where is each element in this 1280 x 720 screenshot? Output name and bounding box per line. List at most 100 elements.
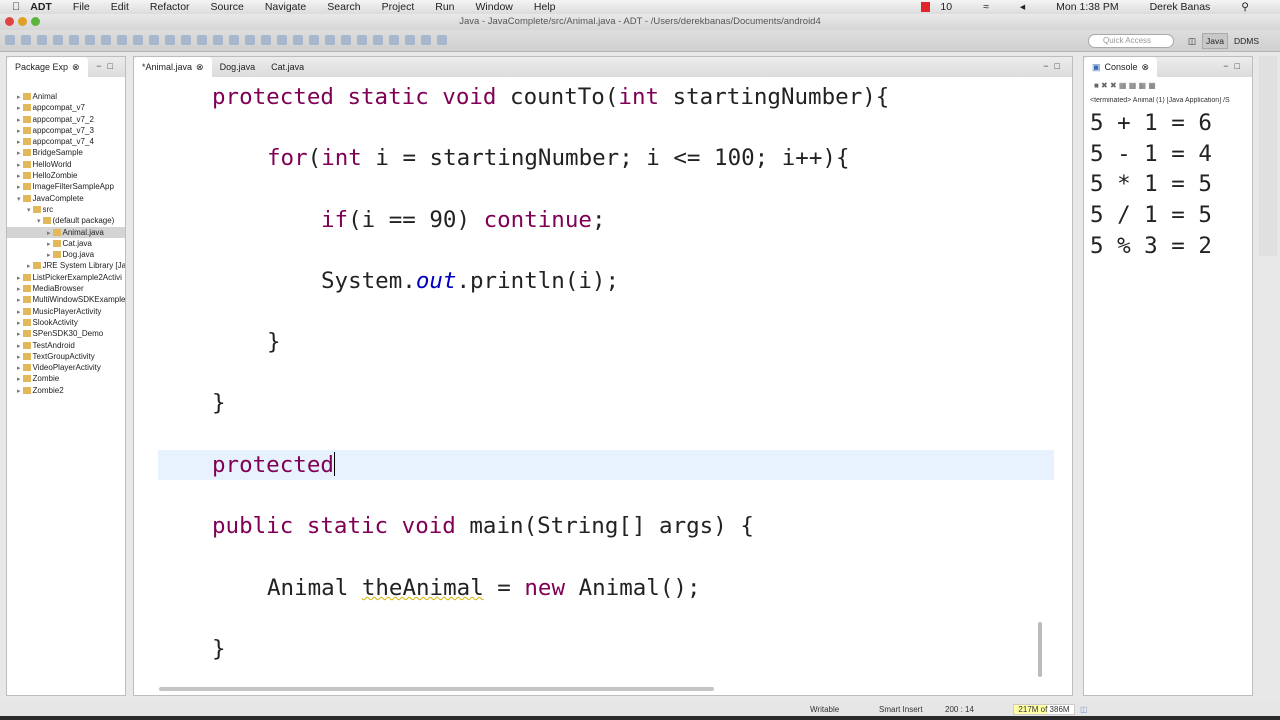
collapsed-arrow-icon[interactable]: ▸ bbox=[17, 275, 21, 282]
tree-item[interactable]: ▸ HelloZombie bbox=[7, 170, 125, 181]
tree-item[interactable]: ▸ TextGroupActivity bbox=[7, 351, 125, 362]
tree-item[interactable]: ▸ SlookActivity bbox=[7, 317, 125, 328]
toolbar-icons[interactable] bbox=[5, 35, 447, 45]
tree-item[interactable]: ▾ JavaComplete bbox=[7, 193, 125, 204]
user-name[interactable]: Derek Banas bbox=[1150, 1, 1211, 13]
console-toolbar[interactable]: ■ ✖ ✖ ▦ ▦ ▦ ▦ bbox=[1094, 81, 1242, 93]
tree-item[interactable]: ▸ ListPickerExample2Activi bbox=[7, 272, 125, 283]
trimmed-views-bar[interactable] bbox=[1259, 56, 1277, 256]
heap-status[interactable]: 217M of 386M bbox=[1013, 704, 1075, 715]
tree-item[interactable]: ▸ Animal.java bbox=[7, 226, 125, 238]
menu-window[interactable]: Window bbox=[476, 1, 513, 13]
menu-help[interactable]: Help bbox=[534, 1, 556, 13]
tree-item[interactable]: ▸ Dog.java bbox=[7, 249, 125, 260]
tree-item[interactable]: ▸ Zombie bbox=[7, 373, 125, 384]
tree-item[interactable]: ▸ MusicPlayerActivity bbox=[7, 306, 125, 317]
tab-animal-java[interactable]: *Animal.java ⊗ bbox=[134, 57, 212, 77]
tab-package-explorer[interactable]: Package Exp ⊗ bbox=[7, 57, 88, 77]
menu-project[interactable]: Project bbox=[382, 1, 415, 13]
tree-item[interactable]: ▸ VideoPlayerActivity bbox=[7, 362, 125, 373]
menu-search[interactable]: Search bbox=[327, 1, 360, 13]
spotlight-icon[interactable]: ⚲ bbox=[1241, 1, 1249, 13]
collapsed-arrow-icon[interactable]: ▸ bbox=[47, 230, 51, 237]
tree-item[interactable]: ▸ appcompat_v7 bbox=[7, 102, 125, 113]
collapsed-arrow-icon[interactable]: ▸ bbox=[17, 343, 21, 350]
quick-access-input[interactable]: Quick Access bbox=[1088, 34, 1174, 48]
menu-file[interactable]: File bbox=[73, 1, 90, 13]
menu-app[interactable]: ADT bbox=[30, 1, 52, 13]
minimize-maximize-icons[interactable]: −□ bbox=[1043, 61, 1066, 71]
minimize-maximize-icons[interactable]: −□ bbox=[1223, 61, 1246, 71]
collapsed-arrow-icon[interactable]: ▸ bbox=[17, 388, 21, 395]
menu-refactor[interactable]: Refactor bbox=[150, 1, 190, 13]
tree-item[interactable]: ▸ Animal bbox=[7, 91, 125, 102]
wifi-icon[interactable]: ≈ bbox=[983, 1, 989, 13]
close-icon[interactable]: ⊗ bbox=[1142, 57, 1150, 77]
tree-item[interactable]: ▸ BridgeSample bbox=[7, 147, 125, 158]
perspective-ddms[interactable]: DDMS bbox=[1234, 36, 1259, 46]
apple-icon[interactable]:  bbox=[12, 1, 20, 13]
horizontal-scrollbar[interactable] bbox=[159, 687, 714, 691]
tree-item[interactable]: ▸ MultiWindowSDKExample bbox=[7, 294, 125, 305]
expanded-arrow-icon[interactable]: ▾ bbox=[27, 207, 31, 214]
tree-item[interactable]: ▸ appcompat_v7_3 bbox=[7, 125, 125, 136]
garbage-collect-icon[interactable]: ◫ bbox=[1080, 705, 1088, 714]
collapsed-arrow-icon[interactable]: ▸ bbox=[17, 128, 21, 135]
console-output[interactable]: 5 + 1 = 6 5 - 1 = 4 5 * 1 = 5 5 / 1 = 5 … bbox=[1084, 108, 1252, 261]
collapsed-arrow-icon[interactable]: ▸ bbox=[17, 297, 21, 304]
zoom-window-button[interactable] bbox=[31, 17, 40, 26]
tree-item[interactable]: ▸ HelloWorld bbox=[7, 159, 125, 170]
clock[interactable]: Mon 1:38 PM bbox=[1056, 1, 1118, 13]
perspective-java[interactable]: Java bbox=[1202, 33, 1228, 49]
collapsed-arrow-icon[interactable]: ▸ bbox=[17, 173, 21, 180]
collapsed-arrow-icon[interactable]: ▸ bbox=[17, 286, 21, 293]
tab-console[interactable]: ▣ Console ⊗ bbox=[1084, 57, 1158, 77]
tree-item[interactable]: ▸ SPenSDK30_Demo bbox=[7, 328, 125, 339]
menu-navigate[interactable]: Navigate bbox=[265, 1, 306, 13]
menu-source[interactable]: Source bbox=[211, 1, 244, 13]
collapsed-arrow-icon[interactable]: ▸ bbox=[17, 94, 21, 101]
collapsed-arrow-icon[interactable]: ▸ bbox=[17, 376, 21, 383]
collapsed-arrow-icon[interactable]: ▸ bbox=[17, 105, 21, 112]
tree-item[interactable]: ▸ appcompat_v7_4 bbox=[7, 136, 125, 147]
collapsed-arrow-icon[interactable]: ▸ bbox=[17, 162, 21, 169]
close-icon[interactable]: ⊗ bbox=[72, 57, 80, 77]
collapsed-arrow-icon[interactable]: ▸ bbox=[27, 263, 31, 270]
minimize-window-button[interactable] bbox=[18, 17, 27, 26]
collapsed-arrow-icon[interactable]: ▸ bbox=[17, 331, 21, 338]
code-area[interactable]: protected static void countTo(int starti… bbox=[134, 77, 1054, 687]
expanded-arrow-icon[interactable]: ▾ bbox=[37, 218, 41, 225]
tree-item[interactable]: ▸ JRE System Library [Ja bbox=[7, 260, 125, 271]
menu-run[interactable]: Run bbox=[435, 1, 454, 13]
tree-item[interactable]: ▸ ImageFilterSampleApp bbox=[7, 181, 125, 192]
code-editor[interactable]: *Animal.java ⊗ Dog.java Cat.java −□ prote… bbox=[133, 56, 1073, 696]
collapsed-arrow-icon[interactable]: ▸ bbox=[17, 150, 21, 157]
expanded-arrow-icon[interactable]: ▾ bbox=[17, 196, 21, 203]
collapsed-arrow-icon[interactable]: ▸ bbox=[17, 309, 21, 316]
menu-edit[interactable]: Edit bbox=[111, 1, 129, 13]
collapsed-arrow-icon[interactable]: ▸ bbox=[17, 184, 21, 191]
vertical-scrollbar[interactable] bbox=[1038, 622, 1042, 677]
collapsed-arrow-icon[interactable]: ▸ bbox=[47, 241, 51, 248]
open-perspective-icon[interactable]: ◫ bbox=[1188, 36, 1196, 47]
collapsed-arrow-icon[interactable]: ▸ bbox=[47, 252, 51, 259]
tab-cat-java[interactable]: Cat.java bbox=[263, 57, 312, 77]
collapsed-arrow-icon[interactable]: ▸ bbox=[17, 365, 21, 372]
collapsed-arrow-icon[interactable]: ▸ bbox=[17, 354, 21, 361]
close-icon[interactable]: ⊗ bbox=[196, 57, 204, 77]
volume-icon[interactable]: ◂ bbox=[1020, 1, 1025, 13]
tree-item[interactable]: ▸ MediaBrowser bbox=[7, 283, 125, 294]
minimize-maximize-icons[interactable]: −□ bbox=[96, 61, 119, 71]
collapsed-arrow-icon[interactable]: ▸ bbox=[17, 320, 21, 327]
tree-item[interactable]: ▸ Cat.java bbox=[7, 238, 125, 249]
tree-item[interactable]: ▸ appcompat_v7_2 bbox=[7, 114, 125, 125]
tree-item[interactable]: ▸ Zombie2 bbox=[7, 385, 125, 396]
record-icon[interactable] bbox=[921, 2, 931, 12]
tree-item[interactable]: ▾ (default package) bbox=[7, 215, 125, 226]
collapsed-arrow-icon[interactable]: ▸ bbox=[17, 117, 21, 124]
tree-item[interactable]: ▾ src bbox=[7, 204, 125, 215]
tree-item[interactable]: ▸ TestAndroid bbox=[7, 340, 125, 351]
collapsed-arrow-icon[interactable]: ▸ bbox=[17, 139, 21, 146]
tab-dog-java[interactable]: Dog.java bbox=[212, 57, 264, 77]
close-window-button[interactable] bbox=[5, 17, 14, 26]
